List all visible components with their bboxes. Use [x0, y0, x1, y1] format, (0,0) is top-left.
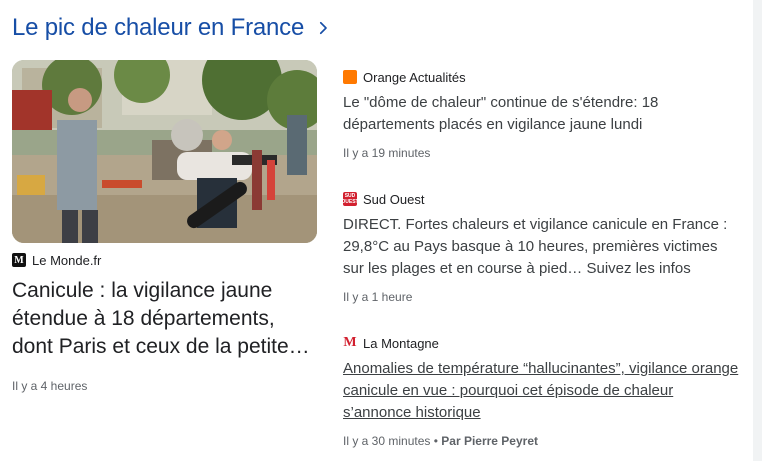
source-name: Orange Actualités [363, 69, 466, 85]
lead-timestamp: Il y a 4 heures [12, 379, 88, 393]
lead-source: M Le Monde.fr [12, 251, 317, 269]
source-name: Le Monde.fr [32, 252, 102, 268]
news-source: Orange Actualités [343, 68, 739, 86]
la-montagne-logo-icon: M [343, 335, 357, 350]
news-source: SUD OUEST Sud Ouest [341, 190, 739, 208]
news-timestamp: Il y a 19 minutes [343, 146, 431, 160]
orange-logo-icon [343, 70, 357, 84]
news-item-orange[interactable]: Orange Actualités Le "dôme de chaleur" c… [343, 68, 739, 160]
sud-ouest-logo-icon: SUD OUEST [341, 192, 359, 206]
source-name: La Montagne [363, 335, 439, 351]
chevron-right-icon [320, 21, 327, 35]
meta-separator: • [433, 434, 438, 448]
le-monde-logo-icon: M [12, 253, 26, 267]
news-timestamp: Il y a 30 minutes [343, 434, 431, 448]
news-headline-link[interactable]: DIRECT. Fortes chaleurs et vigilance can… [343, 214, 739, 280]
news-meta: Il y a 30 minutes • Par Pierre Peyret [343, 434, 739, 448]
news-headline-link[interactable]: Anomalies de température “hallucinantes”… [343, 358, 739, 424]
news-author: Par Pierre Peyret [441, 434, 538, 448]
scrollbar-track[interactable] [753, 0, 762, 461]
news-source: M La Montagne [343, 334, 739, 352]
news-timestamp: Il y a 1 heure [343, 290, 413, 304]
source-name: Sud Ouest [363, 191, 425, 207]
section-title: Le pic de chaleur en France [12, 14, 305, 41]
section-header-link[interactable]: Le pic de chaleur en France [12, 12, 332, 44]
lead-story[interactable]: M Le Monde.fr Canicule : la vigilance ja… [12, 60, 317, 393]
news-headline-link[interactable]: Le "dôme de chaleur" continue de s'étend… [343, 92, 739, 136]
lead-story-thumbnail[interactable] [12, 60, 317, 243]
lead-headline-link[interactable]: Canicule : la vigilance jaune étendue à … [12, 277, 317, 361]
news-item-sud-ouest[interactable]: SUD OUEST Sud Ouest DIRECT. Fortes chale… [341, 190, 739, 305]
news-item-la-montagne[interactable]: M La Montagne Anomalies de température “… [343, 334, 739, 448]
